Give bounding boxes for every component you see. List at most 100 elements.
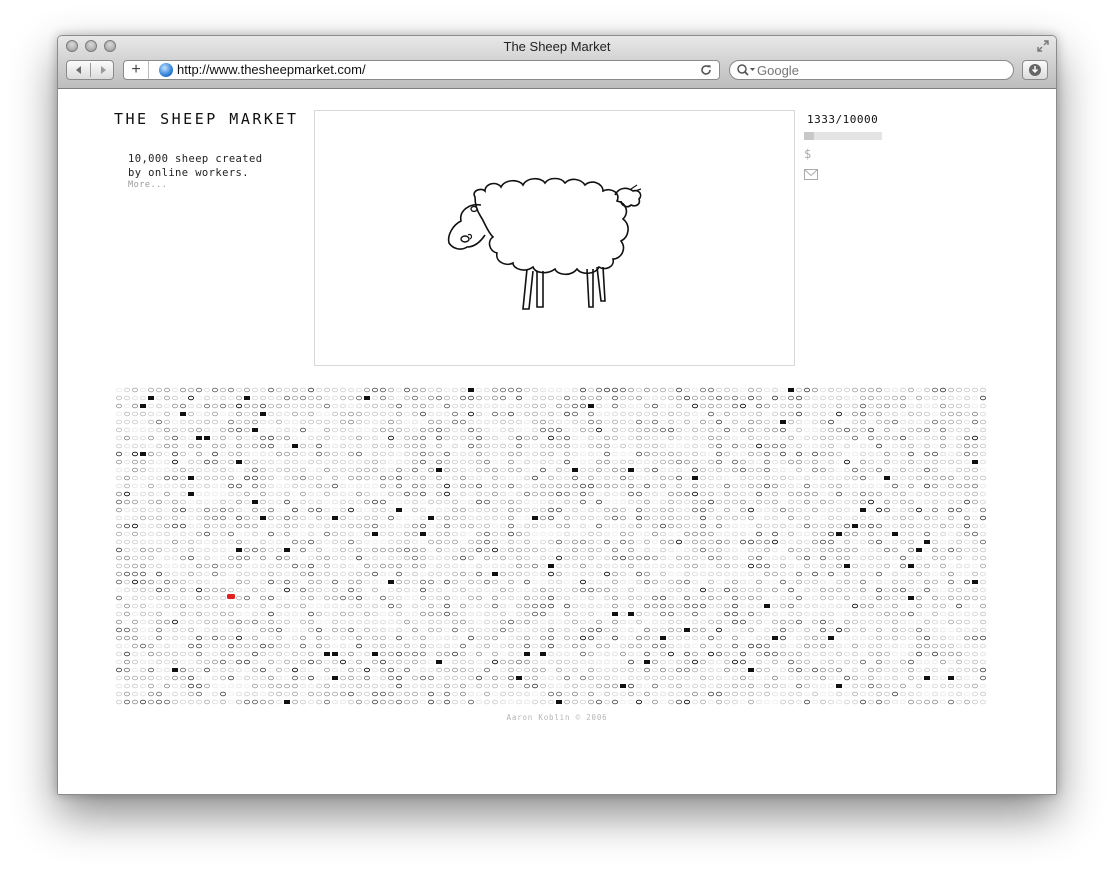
sheep-thumbnail[interactable] bbox=[875, 587, 883, 593]
sheep-thumbnail[interactable] bbox=[947, 531, 955, 537]
sheep-thumbnail[interactable] bbox=[731, 403, 739, 409]
sheep-thumbnail[interactable] bbox=[259, 691, 267, 697]
sheep-thumbnail[interactable] bbox=[299, 435, 307, 441]
sheep-thumbnail[interactable] bbox=[971, 507, 979, 513]
sheep-thumbnail[interactable] bbox=[243, 675, 251, 681]
sheep-thumbnail[interactable] bbox=[915, 387, 923, 393]
sheep-thumbnail[interactable] bbox=[571, 571, 579, 577]
sheep-thumbnail[interactable] bbox=[851, 587, 859, 593]
sheep-thumbnail[interactable] bbox=[267, 419, 275, 425]
sheep-thumbnail[interactable] bbox=[563, 587, 571, 593]
sheep-thumbnail[interactable] bbox=[515, 627, 523, 633]
sheep-thumbnail[interactable] bbox=[523, 659, 531, 665]
sheep-thumbnail[interactable] bbox=[891, 435, 899, 441]
sheep-thumbnail[interactable] bbox=[643, 603, 651, 609]
sheep-thumbnail[interactable] bbox=[227, 611, 235, 617]
sheep-thumbnail[interactable] bbox=[115, 531, 123, 537]
sheep-thumbnail[interactable] bbox=[267, 499, 275, 505]
sheep-thumbnail[interactable] bbox=[211, 547, 219, 553]
sheep-thumbnail[interactable] bbox=[779, 523, 787, 529]
sheep-thumbnail[interactable] bbox=[323, 667, 331, 673]
sheep-thumbnail[interactable] bbox=[411, 635, 419, 641]
sheep-thumbnail[interactable] bbox=[955, 411, 963, 417]
sheep-thumbnail[interactable] bbox=[491, 507, 499, 513]
sheep-thumbnail[interactable] bbox=[315, 395, 323, 401]
sheep-thumbnail[interactable] bbox=[819, 547, 827, 553]
sheep-thumbnail[interactable] bbox=[363, 595, 371, 601]
sheep-thumbnail[interactable] bbox=[379, 667, 387, 673]
sheep-thumbnail[interactable] bbox=[523, 587, 531, 593]
sheep-thumbnail[interactable] bbox=[707, 539, 715, 545]
sheep-thumbnail[interactable] bbox=[875, 595, 883, 601]
sheep-thumbnail[interactable] bbox=[899, 643, 907, 649]
sheep-thumbnail[interactable] bbox=[555, 547, 563, 553]
sheep-thumbnail[interactable] bbox=[667, 619, 675, 625]
sheep-thumbnail[interactable] bbox=[763, 523, 771, 529]
sheep-thumbnail[interactable] bbox=[627, 691, 635, 697]
sheep-thumbnail[interactable] bbox=[379, 507, 387, 513]
sheep-thumbnail[interactable] bbox=[755, 435, 763, 441]
sheep-thumbnail[interactable] bbox=[363, 619, 371, 625]
sheep-thumbnail[interactable] bbox=[603, 659, 611, 665]
sheep-thumbnail[interactable] bbox=[491, 491, 499, 497]
sheep-thumbnail[interactable] bbox=[691, 659, 699, 665]
sheep-thumbnail[interactable] bbox=[851, 563, 859, 569]
sheep-thumbnail[interactable] bbox=[284, 548, 290, 552]
sheep-thumbnail[interactable] bbox=[651, 435, 659, 441]
sheep-thumbnail[interactable] bbox=[443, 403, 451, 409]
sheep-thumbnail[interactable] bbox=[291, 491, 299, 497]
sheep-thumbnail[interactable] bbox=[963, 563, 971, 569]
sheep-thumbnail[interactable] bbox=[531, 531, 539, 537]
sheep-thumbnail[interactable] bbox=[395, 403, 403, 409]
sheep-thumbnail[interactable] bbox=[755, 603, 763, 609]
sheep-thumbnail[interactable] bbox=[683, 595, 691, 601]
sheep-thumbnail[interactable] bbox=[123, 659, 131, 665]
sheep-thumbnail[interactable] bbox=[307, 403, 315, 409]
sheep-thumbnail[interactable] bbox=[611, 563, 619, 569]
sheep-thumbnail[interactable] bbox=[571, 507, 579, 513]
sheep-thumbnail[interactable] bbox=[435, 699, 443, 705]
sheep-thumbnail[interactable] bbox=[323, 595, 331, 601]
sheep-thumbnail[interactable] bbox=[219, 619, 227, 625]
sheep-thumbnail[interactable] bbox=[147, 475, 155, 481]
sheep-thumbnail[interactable] bbox=[523, 475, 531, 481]
sheep-thumbnail[interactable] bbox=[563, 571, 571, 577]
sheep-thumbnail[interactable] bbox=[419, 523, 427, 529]
sheep-thumbnail[interactable] bbox=[555, 555, 563, 561]
sheep-thumbnail[interactable] bbox=[323, 467, 331, 473]
sheep-thumbnail[interactable] bbox=[843, 683, 851, 689]
sheep-thumbnail[interactable] bbox=[115, 523, 123, 529]
sheep-thumbnail[interactable] bbox=[171, 451, 179, 457]
sheep-thumbnail[interactable] bbox=[507, 427, 515, 433]
sheep-thumbnail[interactable] bbox=[571, 675, 579, 681]
sheep-thumbnail[interactable] bbox=[851, 539, 859, 545]
sheep-thumbnail[interactable] bbox=[803, 635, 811, 641]
sheep-thumbnail[interactable] bbox=[203, 563, 211, 569]
sheep-thumbnail[interactable] bbox=[539, 499, 547, 505]
sheep-thumbnail[interactable] bbox=[179, 675, 187, 681]
sheep-thumbnail[interactable] bbox=[332, 676, 338, 680]
sheep-thumbnail[interactable] bbox=[467, 531, 475, 537]
sheep-thumbnail[interactable] bbox=[635, 475, 643, 481]
sheep-thumbnail[interactable] bbox=[563, 691, 571, 697]
sheep-thumbnail[interactable] bbox=[619, 387, 627, 393]
sheep-thumbnail[interactable] bbox=[875, 539, 883, 545]
sheep-thumbnail[interactable] bbox=[771, 659, 779, 665]
sheep-thumbnail[interactable] bbox=[899, 395, 907, 401]
sheep-thumbnail[interactable] bbox=[411, 443, 419, 449]
sheep-thumbnail[interactable] bbox=[403, 547, 411, 553]
sheep-thumbnail[interactable] bbox=[667, 451, 675, 457]
sheep-thumbnail[interactable] bbox=[203, 499, 211, 505]
sheep-thumbnail[interactable] bbox=[643, 691, 651, 697]
sheep-thumbnail[interactable] bbox=[491, 627, 499, 633]
sheep-thumbnail[interactable] bbox=[227, 555, 235, 561]
sheep-thumbnail[interactable] bbox=[595, 539, 603, 545]
sheep-thumbnail[interactable] bbox=[571, 459, 579, 465]
sheep-thumbnail[interactable] bbox=[171, 603, 179, 609]
sheep-thumbnail[interactable] bbox=[699, 387, 707, 393]
sheep-thumbnail[interactable] bbox=[291, 483, 299, 489]
sheep-thumbnail[interactable] bbox=[507, 507, 515, 513]
sheep-thumbnail[interactable] bbox=[451, 579, 459, 585]
sheep-thumbnail[interactable] bbox=[491, 675, 499, 681]
sheep-thumbnail[interactable] bbox=[315, 603, 323, 609]
